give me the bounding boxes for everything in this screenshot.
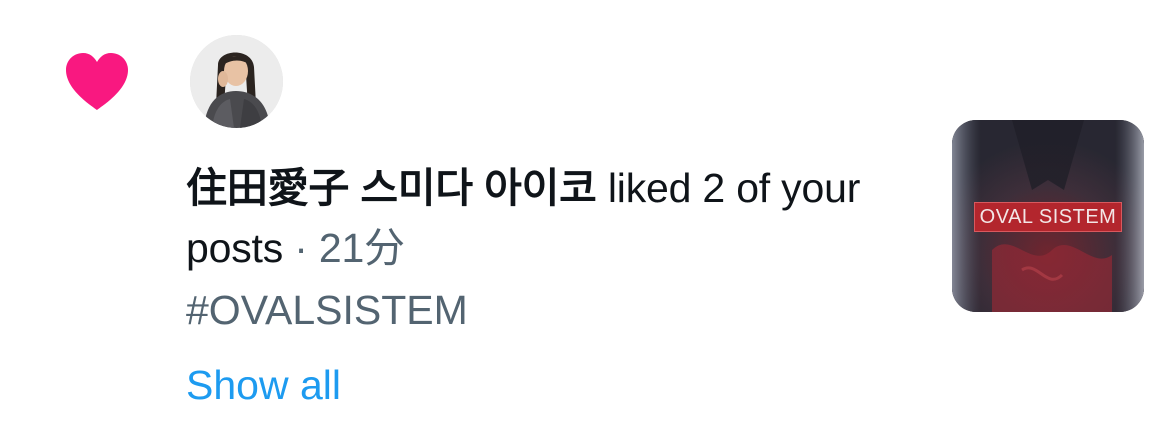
thumbnail-label: OVAL SISTEM xyxy=(974,202,1122,232)
separator: · xyxy=(283,225,319,271)
avatar[interactable] xyxy=(190,35,283,128)
timestamp: 21分 xyxy=(318,225,405,271)
like-notification[interactable]: 住田愛子 스미다 아이코 liked 2 of your posts · 21分… xyxy=(0,0,1170,441)
show-all-link[interactable]: Show all xyxy=(186,357,341,413)
notification-text: 住田愛子 스미다 아이코 liked 2 of your posts · 21分 xyxy=(186,158,886,278)
user-name-link[interactable]: 住田愛子 스미다 아이코 xyxy=(186,165,597,211)
post-thumbnail[interactable]: OVAL SISTEM xyxy=(952,120,1144,312)
heart-icon xyxy=(62,52,132,112)
post-hashtag[interactable]: #OVALSISTEM xyxy=(186,282,468,338)
